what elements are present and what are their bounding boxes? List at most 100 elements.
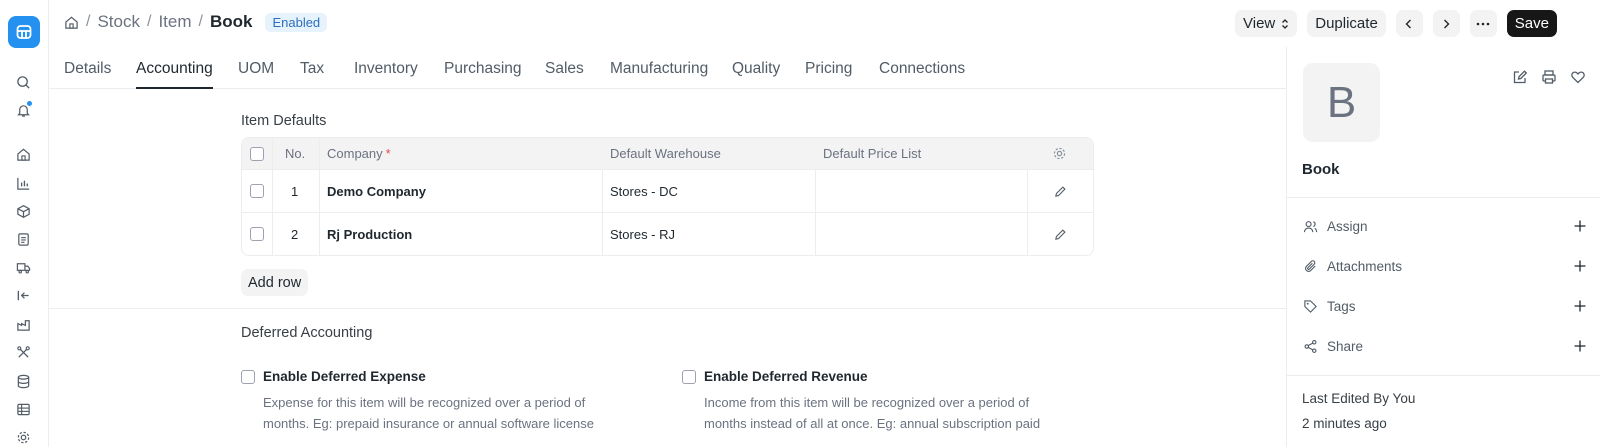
tab-quality[interactable]: Quality [732, 60, 780, 78]
item-defaults-table: No. Company * Default Warehouse Default P… [241, 137, 1094, 256]
column-warehouse: Default Warehouse [610, 146, 721, 161]
tab-inventory[interactable]: Inventory [354, 60, 418, 78]
heart-icon[interactable] [1570, 69, 1586, 85]
top-bar: / Stock / Item / Book Enabled View Dupli… [49, 0, 1600, 47]
collapse-left-icon[interactable] [14, 286, 32, 304]
breadcrumb-separator: / [198, 13, 203, 30]
sidebar-divider [1287, 197, 1600, 198]
more-options-button[interactable] [1469, 10, 1497, 37]
sidebar-attachments[interactable]: Attachments [1303, 256, 1587, 276]
chevron-right-icon [1441, 18, 1451, 30]
edit-pencil-icon[interactable] [1054, 213, 1067, 255]
table-header: No. Company * Default Warehouse Default P… [242, 138, 1093, 169]
edit-icon[interactable] [1512, 69, 1528, 85]
app-logo-icon[interactable] [8, 16, 40, 48]
row-checkbox[interactable] [250, 170, 264, 212]
sidebar-divider [1287, 375, 1600, 376]
row-number: 2 [291, 226, 299, 242]
row-warehouse[interactable]: Stores - DC [610, 170, 678, 212]
app-sidebar [0, 0, 49, 447]
select-all-checkbox[interactable] [250, 138, 264, 169]
last-edited-time: 2 minutes ago [1302, 416, 1387, 431]
page-actions: View Duplicate Save [1235, 10, 1557, 37]
item-defaults-title: Item Defaults [241, 113, 327, 129]
sidebar-assign-label: Assign [1327, 218, 1368, 234]
edit-pencil-icon[interactable] [1054, 170, 1067, 212]
row-warehouse[interactable]: Stores - RJ [610, 213, 675, 255]
gear-icon[interactable] [1052, 138, 1067, 169]
table-row[interactable]: 2 Rj Production Stores - RJ [242, 212, 1093, 255]
next-record-button[interactable] [1432, 10, 1460, 37]
bar-chart-icon[interactable] [14, 174, 32, 192]
truck-icon[interactable] [14, 258, 32, 276]
view-button-label: View [1243, 15, 1276, 32]
factory-icon[interactable] [14, 315, 32, 333]
item-name: Book [1302, 161, 1340, 178]
form-sidebar: B Book Assign Attachments Tags Share Las… [1286, 47, 1600, 447]
tab-manufacturing[interactable]: Manufacturing [610, 60, 708, 78]
tools-icon[interactable] [14, 343, 32, 361]
sidebar-assign[interactable]: Assign [1303, 216, 1587, 236]
view-button[interactable]: View [1235, 10, 1298, 37]
duplicate-button[interactable]: Duplicate [1307, 10, 1386, 37]
plus-icon[interactable] [1573, 339, 1587, 353]
tab-purchasing[interactable]: Purchasing [444, 60, 522, 78]
row-number: 1 [291, 183, 299, 199]
breadcrumb-item[interactable]: Item [158, 12, 191, 32]
sidebar-share-label: Share [1327, 338, 1364, 354]
sidebar-share[interactable]: Share [1303, 336, 1587, 356]
package-icon[interactable] [14, 202, 32, 220]
ellipsis-icon [1476, 22, 1490, 26]
deferred-revenue-label[interactable]: Enable Deferred Revenue [704, 369, 868, 384]
tab-sales[interactable]: Sales [545, 60, 584, 78]
chevron-left-icon [1404, 18, 1414, 30]
column-no: No. [285, 146, 306, 161]
database-icon[interactable] [14, 372, 32, 390]
form-tabs: Details Accounting UOM Tax Inventory Pur… [49, 47, 1286, 89]
tab-pricing[interactable]: Pricing [805, 60, 852, 78]
save-button[interactable]: Save [1506, 10, 1557, 37]
table-icon[interactable] [14, 400, 32, 418]
status-badge: Enabled [265, 12, 328, 32]
breadcrumb-stock[interactable]: Stock [97, 12, 140, 32]
tab-accounting[interactable]: Accounting [136, 60, 213, 89]
tab-details[interactable]: Details [64, 60, 111, 78]
share-icon [1303, 339, 1318, 354]
plus-icon[interactable] [1573, 259, 1587, 273]
row-company[interactable]: Demo Company [327, 170, 426, 212]
form-body: Item Defaults No. Company * Default Wareh… [49, 89, 1286, 447]
home-icon[interactable] [64, 15, 79, 30]
notification-dot [27, 101, 32, 106]
sidebar-tags-label: Tags [1327, 298, 1356, 314]
tab-connections[interactable]: Connections [879, 60, 965, 78]
sidebar-attachments-label: Attachments [1327, 258, 1403, 274]
table-row[interactable]: 1 Demo Company Stores - DC [242, 169, 1093, 212]
home-icon[interactable] [14, 145, 32, 163]
item-image-placeholder[interactable]: B [1303, 63, 1380, 142]
row-checkbox[interactable] [250, 213, 264, 255]
deferred-revenue-field: Enable Deferred Revenue Income from this… [682, 369, 1074, 434]
column-company-label: Company [327, 146, 383, 161]
last-edited-text: Last Edited By You [1302, 391, 1416, 406]
plus-icon[interactable] [1573, 299, 1587, 313]
plus-icon[interactable] [1573, 219, 1587, 233]
add-row-button[interactable]: Add row [241, 269, 309, 296]
row-company[interactable]: Rj Production [327, 213, 412, 255]
sidebar-tools [1512, 69, 1586, 85]
tab-uom[interactable]: UOM [238, 60, 274, 78]
notification-bell-icon[interactable] [14, 101, 32, 119]
deferred-revenue-checkbox[interactable] [682, 369, 696, 384]
settings-icon[interactable] [14, 428, 32, 446]
deferred-expense-label[interactable]: Enable Deferred Expense [263, 369, 426, 384]
page-title: Book [209, 12, 253, 31]
tab-tax[interactable]: Tax [300, 60, 324, 78]
deferred-expense-checkbox[interactable] [241, 369, 255, 384]
previous-record-button[interactable] [1395, 10, 1423, 37]
search-icon[interactable] [14, 73, 32, 91]
deferred-expense-field: Enable Deferred Expense Expense for this… [241, 369, 633, 434]
printer-icon[interactable] [1541, 69, 1557, 85]
sidebar-tags[interactable]: Tags [1303, 296, 1587, 316]
required-indicator: * [385, 146, 391, 161]
document-icon[interactable] [14, 230, 32, 248]
deferred-accounting-title: Deferred Accounting [241, 325, 373, 341]
